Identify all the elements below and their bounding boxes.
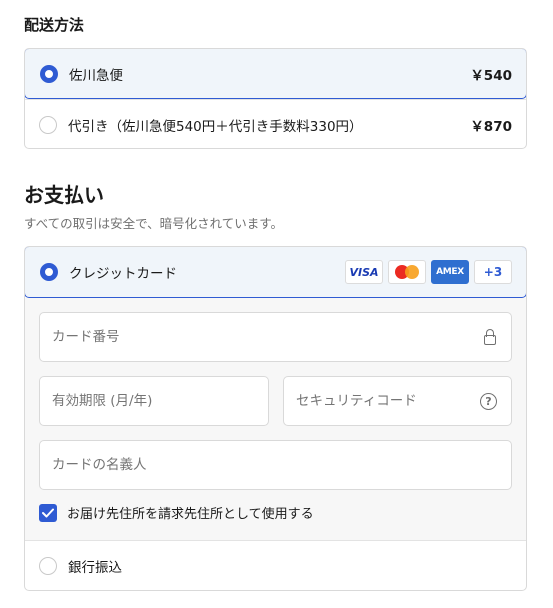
- card-number-field[interactable]: [39, 312, 512, 362]
- help-question-icon[interactable]: ?: [480, 392, 497, 410]
- visa-logo-icon: VISA: [345, 260, 383, 284]
- radio-unselected-icon[interactable]: [39, 557, 57, 575]
- expiry-date-field[interactable]: [39, 376, 269, 426]
- payment-subtitle: すべての取引は安全で、暗号化されています。: [24, 216, 284, 231]
- shipping-method-title: 配送方法: [24, 16, 85, 34]
- shipping-method-group: 佐川急便 ￥540 代引き（佐川急便540円＋代引き手数料330円） ￥870: [24, 48, 527, 149]
- card-number-input[interactable]: [52, 329, 483, 345]
- billing-same-as-shipping-row[interactable]: お届け先住所を請求先住所として使用する: [39, 503, 314, 522]
- cardholder-name-field[interactable]: [39, 440, 512, 490]
- expiry-date-input[interactable]: [52, 393, 254, 409]
- more-brands-badge: +3: [474, 260, 512, 284]
- card-brand-list: VISA AMEX +3: [345, 260, 512, 284]
- checkbox-checked-icon[interactable]: [39, 503, 57, 522]
- radio-selected-icon[interactable]: [40, 64, 58, 83]
- shipping-option-price: ￥540: [470, 67, 512, 84]
- radio-selected-icon[interactable]: [40, 263, 58, 281]
- security-code-field[interactable]: ?: [283, 376, 512, 426]
- payment-option-bank-transfer[interactable]: 銀行振込: [25, 541, 526, 590]
- shipping-option-price: ￥870: [470, 118, 512, 135]
- shipping-option-label: 佐川急便: [69, 67, 123, 84]
- radio-unselected-icon[interactable]: [39, 115, 57, 134]
- mastercard-logo-icon: [388, 260, 426, 284]
- payment-option-label: クレジットカード: [69, 266, 177, 282]
- amex-logo-icon: AMEX: [431, 260, 469, 284]
- card-details-form: ? お届け先住所を請求先住所として使用する: [25, 298, 526, 541]
- payment-option-credit-card[interactable]: クレジットカード VISA AMEX +3: [25, 247, 526, 298]
- payment-option-label: 銀行振込: [68, 560, 122, 576]
- payment-title: お支払い: [24, 183, 104, 207]
- security-code-input[interactable]: [296, 393, 480, 409]
- cardholder-name-input[interactable]: [52, 457, 497, 473]
- shipping-option-sagawa[interactable]: 佐川急便 ￥540: [25, 49, 526, 99]
- shipping-option-cod[interactable]: 代引き（佐川急便540円＋代引き手数料330円） ￥870: [25, 99, 526, 148]
- lock-icon: [483, 329, 497, 345]
- billing-same-label: お届け先住所を請求先住所として使用する: [67, 507, 314, 522]
- payment-method-group: クレジットカード VISA AMEX +3 ? お届け: [24, 246, 527, 591]
- shipping-option-label: 代引き（佐川急便540円＋代引き手数料330円）: [68, 118, 363, 135]
